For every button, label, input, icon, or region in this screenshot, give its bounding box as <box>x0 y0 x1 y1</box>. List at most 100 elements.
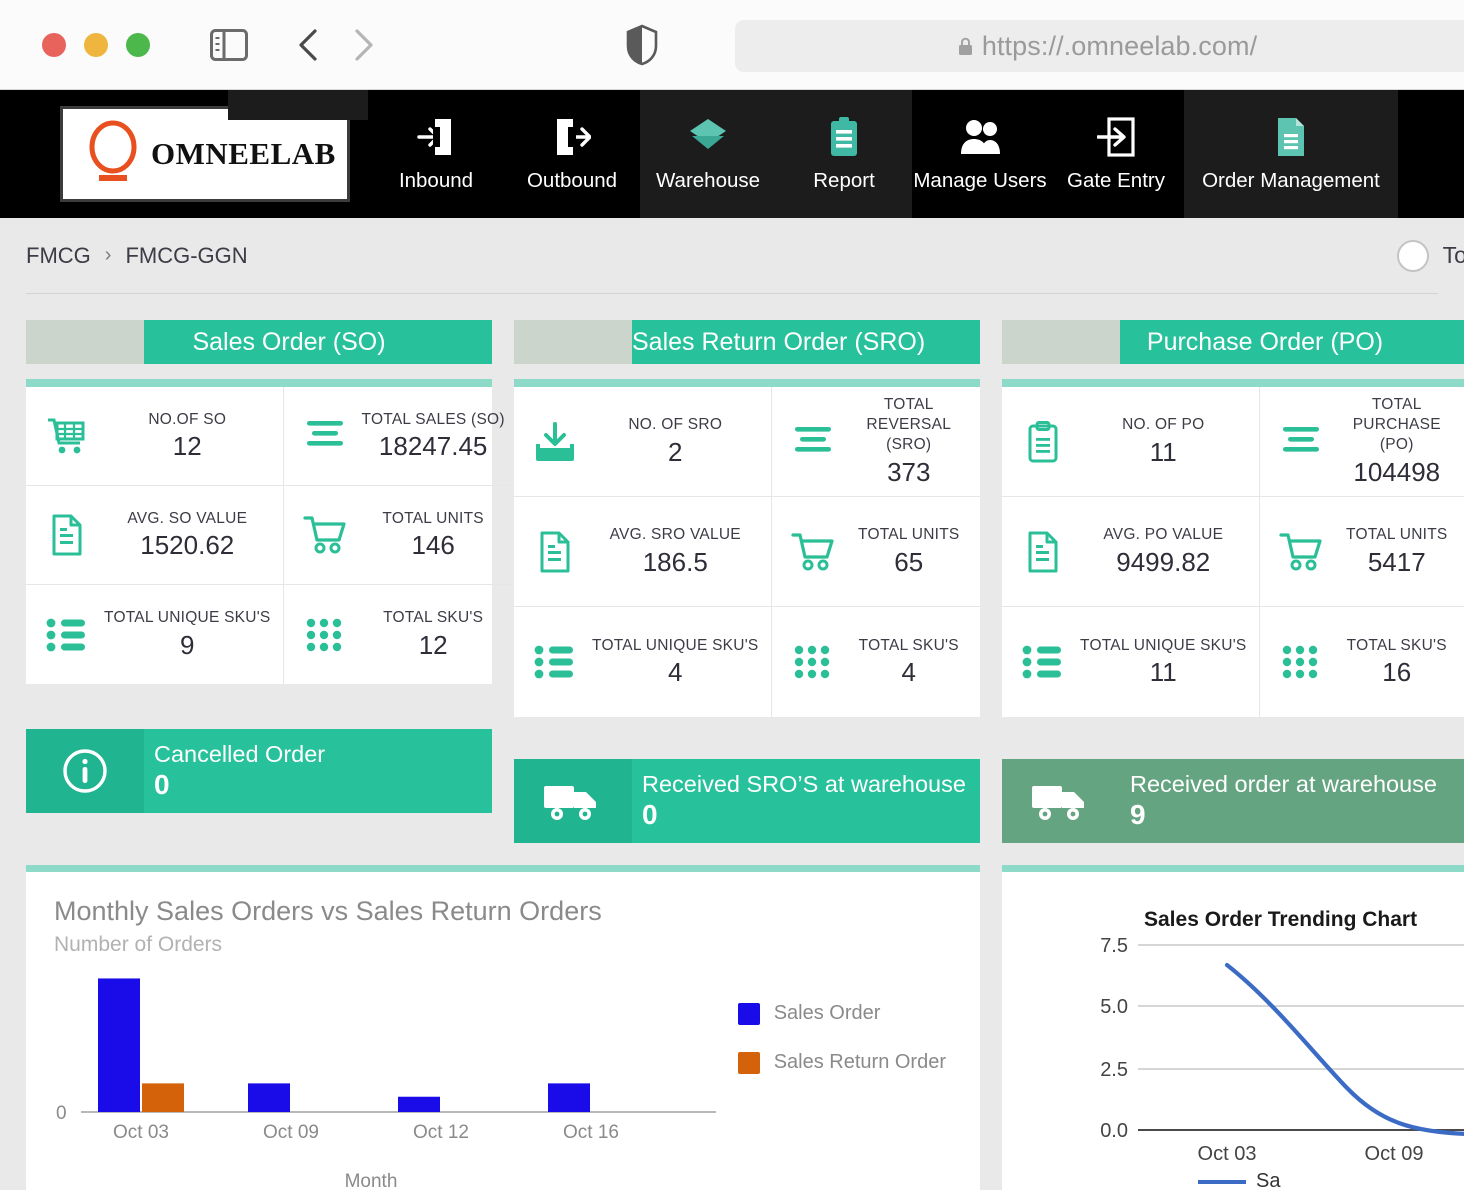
tile-title: Received SRO’S at warehouse <box>642 773 980 797</box>
tile-received-sros-at-warehouse[interactable]: Received SRO’S at warehouse 0 <box>514 759 980 843</box>
bar-sales-order[interactable] <box>398 1097 440 1112</box>
kpi-label: TOTAL UNIQUE SKU'S <box>592 636 759 656</box>
legend-swatch <box>738 1003 760 1025</box>
arrow-in-box-icon <box>1097 116 1135 158</box>
status-tiles-row: Cancelled Order 0 Received SRO’S at ware… <box>0 729 1464 843</box>
x-tick-label: Oct 12 <box>413 1122 469 1143</box>
document-icon <box>1020 531 1066 573</box>
tile-received-order-at-warehouse[interactable]: Received order at warehouse 9 <box>1002 759 1464 843</box>
address-bar[interactable]: https://.omneelab.com/ <box>735 20 1464 72</box>
kpi-value: 186.5 <box>592 547 759 578</box>
breadcrumb-current[interactable]: FMCG-GGN <box>125 243 247 269</box>
kpi-avg-sro-value[interactable]: AVG. SRO VALUE 186.5 <box>514 497 772 607</box>
nav-item-manage-users[interactable]: Manage Users <box>912 90 1048 218</box>
kpi-value: 373 <box>850 457 968 488</box>
nav-item-warehouse[interactable]: Warehouse <box>640 90 776 218</box>
nav-item-order-management[interactable]: Order Management <box>1184 90 1398 218</box>
cart-outline-icon <box>1278 532 1324 572</box>
chart-panel-trending: Sales Order Trending Chart 7.55.02.50.0O… <box>1002 865 1464 1190</box>
bar-sales-order[interactable] <box>98 978 140 1112</box>
kpi-value: 18247.45 <box>362 431 505 462</box>
tile-cancelled-order[interactable]: Cancelled Order 0 <box>26 729 492 813</box>
nav-label: Gate Entry <box>1067 169 1165 193</box>
kpi-no-of-so[interactable]: NO.OF SO 12 <box>26 387 284 486</box>
kpi-avg-po-value[interactable]: AVG. PO VALUE 9499.82 <box>1002 497 1260 607</box>
bar-sales-order[interactable] <box>248 1083 290 1112</box>
kpi-total-reversal-sro[interactable]: TOTAL REVERSAL (SRO) 373 <box>772 387 980 497</box>
legend-swatch <box>738 1052 760 1074</box>
chevron-left-icon[interactable] <box>296 28 322 62</box>
kpi-total-unique-skus[interactable]: TOTAL UNIQUE SKU'S 9 <box>26 585 284 684</box>
login-door-icon <box>417 116 455 158</box>
nav-label: Order Management <box>1202 169 1380 193</box>
x-tick-label: Oct 09 <box>1365 1143 1424 1165</box>
users-icon <box>957 116 1003 158</box>
y-tick-label: 7.5 <box>1100 935 1128 957</box>
card-title: Sales Order (SO) <box>144 328 492 357</box>
card-title: Sales Return Order (SRO) <box>632 328 983 357</box>
shopping-cart-icon <box>44 416 90 456</box>
nav-item-report[interactable]: Report <box>776 90 912 218</box>
legend-item-sales-return-order[interactable]: Sales Return Order <box>738 1051 946 1074</box>
kpi-value: 104498 <box>1338 457 1456 488</box>
brand-logo-block[interactable]: OMNEELAB <box>60 106 350 202</box>
nav-label: Manage Users <box>913 169 1046 193</box>
kpi-value: 4 <box>592 657 759 688</box>
kpi-total-sales-so[interactable]: TOTAL SALES (SO) 18247.45 <box>284 387 517 486</box>
kpi-total-skus[interactable]: TOTAL SKU'S 4 <box>772 607 980 717</box>
y-tick-label: 2.5 <box>1100 1059 1128 1081</box>
kpi-total-units[interactable]: TOTAL UNITS 5417 <box>1260 497 1464 607</box>
cart-outline-icon <box>302 515 348 555</box>
list-bullets-icon <box>44 618 90 652</box>
nav-items: Inbound Outbound Warehouse <box>368 90 1398 218</box>
kpi-total-unique-skus[interactable]: TOTAL UNIQUE SKU'S 11 <box>1002 607 1260 717</box>
bar-sales-return-order[interactable] <box>142 1083 184 1112</box>
kpi-total-unique-skus[interactable]: TOTAL UNIQUE SKU'S 4 <box>514 607 772 717</box>
kpi-label: NO. OF PO <box>1080 415 1247 435</box>
card-header: Sales Return Order (SRO) <box>514 320 980 364</box>
line-chart-plot: 7.55.02.50.0Oct 03Oct 09 <box>1002 872 1464 1190</box>
maximize-window-button[interactable] <box>126 33 150 57</box>
kpi-cards-row: Sales Order (SO) <box>0 294 1464 717</box>
shield-icon[interactable] <box>626 24 658 66</box>
kpi-label: TOTAL UNITS <box>1338 525 1456 545</box>
kpi-label: TOTAL SKU'S <box>850 636 968 656</box>
layers-icon <box>686 116 730 158</box>
kpi-total-skus[interactable]: TOTAL SKU'S 12 <box>284 585 517 684</box>
minimize-window-button[interactable] <box>84 33 108 57</box>
kpi-label: TOTAL UNIQUE SKU'S <box>1080 636 1247 656</box>
truck-icon <box>1002 759 1120 843</box>
card-header: Sales Order (SO) <box>26 320 492 364</box>
sidebar-toggle-icon[interactable] <box>210 29 248 61</box>
nav-item-gate-entry[interactable]: Gate Entry <box>1048 90 1184 218</box>
kpi-value: 2 <box>592 437 759 468</box>
kpi-total-purchase-po[interactable]: TOTAL PURCHASE (PO) 104498 <box>1260 387 1464 497</box>
bar-sales-order[interactable] <box>548 1083 590 1112</box>
kpi-total-units[interactable]: TOTAL UNITS 65 <box>772 497 980 607</box>
kpi-value: 9 <box>104 630 271 661</box>
nav-label: Inbound <box>399 169 473 193</box>
kpi-no-of-sro[interactable]: NO. OF SRO 2 <box>514 387 772 497</box>
nav-item-inbound[interactable]: Inbound <box>368 90 504 218</box>
kpi-no-of-po[interactable]: NO. OF PO 11 <box>1002 387 1260 497</box>
legend-line-swatch <box>1198 1180 1246 1184</box>
brand-shadow <box>228 90 368 120</box>
document-icon <box>44 514 90 556</box>
breadcrumb: FMCG › FMCG-GGN Today <box>0 218 1464 293</box>
legend-item-sales-order[interactable]: Sales Order <box>738 1002 946 1025</box>
kpi-total-skus[interactable]: TOTAL SKU'S 16 <box>1260 607 1464 717</box>
today-filter[interactable]: Today <box>1397 240 1464 272</box>
grid-dots-icon <box>1278 645 1324 679</box>
kpi-label: TOTAL UNITS <box>362 509 505 529</box>
kpi-avg-so-value[interactable]: AVG. SO VALUE 1520.62 <box>26 486 284 585</box>
window-controls[interactable] <box>42 33 150 57</box>
y-tick-label: 0.0 <box>1100 1120 1128 1142</box>
chevron-right-icon[interactable] <box>350 28 376 62</box>
nav-item-outbound[interactable]: Outbound <box>504 90 640 218</box>
kpi-value: 65 <box>850 547 968 578</box>
kpi-grid: NO.OF SO 12 TOTAL SALES (SO) 1 <box>26 387 492 684</box>
breadcrumb-root[interactable]: FMCG <box>26 243 91 269</box>
today-radio-button[interactable] <box>1397 240 1429 272</box>
kpi-total-units[interactable]: TOTAL UNITS 146 <box>284 486 517 585</box>
close-window-button[interactable] <box>42 33 66 57</box>
